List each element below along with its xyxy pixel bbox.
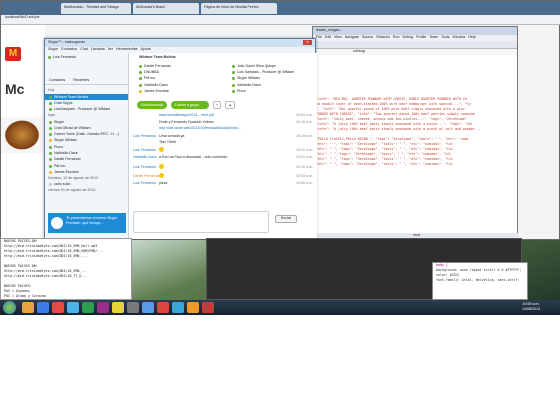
- message-row: Test 74bfd: [159, 140, 176, 144]
- tab-contacts[interactable]: Contactos: [49, 78, 65, 83]
- menu-team[interactable]: Team: [429, 35, 438, 41]
- smiley-emoticon-icon: [159, 164, 164, 169]
- close-icon[interactable]: ✕: [302, 40, 312, 45]
- css-line: font-family: Arial, Helvetica, sans-seri…: [436, 278, 520, 282]
- taskbar-app-icon[interactable]: [52, 302, 64, 313]
- add-participant-button[interactable]: +: [213, 101, 221, 109]
- clock-date: 14/08/2013: [522, 307, 540, 311]
- ide-title: leader_images -: [316, 28, 342, 32]
- devtools-panel: body { background: none repeat scroll 0 …: [432, 262, 528, 300]
- terminal-window[interactable]: NUEVOS PAISES-AM: http://mcd.trinidadtyt…: [0, 238, 132, 300]
- taskbar-app-icon[interactable]: [82, 302, 94, 313]
- taskbar-clock[interactable]: 10:59 a.m. 14/08/2013: [522, 302, 540, 312]
- send-button[interactable]: Enviar: [275, 215, 297, 223]
- promo-text: Te presentamos el nuevo Skype Premium, q…: [66, 216, 118, 225]
- skype-title: Skype™ -: [48, 40, 65, 44]
- burger-image: [1, 117, 43, 153]
- date-label: viernes 09 de agosto de 2013: [48, 187, 96, 192]
- message-row: Daniel Fernando 10:53 a.m.: [133, 173, 313, 178]
- browser-tabstrip: MsiDonaldu - Trinidad and Tobago McDonal…: [1, 1, 560, 15]
- message-row: Luis Fernando pizza 10:59 a.m.: [133, 181, 313, 185]
- menu-source[interactable]: Source: [362, 35, 373, 41]
- browser-tab[interactable]: MsiDonaldu - Trinidad and Tobago: [61, 3, 131, 14]
- skype-logo-icon: [51, 217, 63, 229]
- browser-tab[interactable]: McDonald's Brasil: [133, 3, 199, 14]
- site-heading: Mc: [5, 81, 25, 97]
- chat-panel: Wildave Team Bolivia Daniel Fernando DNU…: [129, 53, 317, 239]
- call-group-button[interactable]: Llamar a grupo: [171, 101, 209, 109]
- ide-status-text: mcd: [413, 233, 420, 237]
- mcdonalds-logo: M: [5, 47, 21, 61]
- taskbar-app-icon[interactable]: [112, 302, 124, 313]
- participants-list: Daniel Fernando DNUBBA Pdf mu Valdivião …: [129, 61, 317, 96]
- message-row: Luis Fernando 10:20 a.m.: [133, 147, 313, 152]
- skype-window: Skype™ - luisfungando ✕ Skype Contactos …: [44, 38, 317, 239]
- smiley-emoticon-icon: [159, 147, 164, 152]
- address-bar[interactable]: localhost/McD.edu.pe: [1, 15, 560, 25]
- taskbar-app-icon[interactable]: [67, 302, 79, 313]
- message-row: Valdivião Dace a Ron us Paul a devocalai.…: [133, 155, 313, 159]
- participant-item[interactable]: Pizzu: [228, 88, 311, 94]
- taskbar-app-icon[interactable]: [37, 302, 49, 313]
- address-text: localhost/McD.edu.pe: [5, 15, 40, 19]
- taskbar-app-icon[interactable]: [157, 302, 169, 313]
- profile-name: Luis Fernando: [53, 55, 76, 59]
- tab-recent[interactable]: Recientes: [73, 78, 89, 83]
- skype-title-user: luisfungando: [64, 40, 86, 44]
- message-row: Luis Fernando 10:30 a.m.: [133, 164, 313, 169]
- taskbar-app-icon[interactable]: [127, 302, 139, 313]
- menu-file[interactable]: File: [316, 35, 322, 41]
- terminal-line: PUC = Aruba y Curazao: [4, 294, 46, 298]
- chart-button[interactable]: ▴: [225, 101, 235, 109]
- menu-view[interactable]: View: [334, 35, 342, 41]
- message-row: http://site.wilde.web/2013/10/ferdoaaBor…: [159, 126, 242, 130]
- contact-tabs: Contactos Recientes: [45, 76, 128, 85]
- menu-debug[interactable]: Debug: [403, 35, 414, 41]
- promo-banner[interactable]: Te presentamos el nuevo Skype Premium, q…: [48, 213, 126, 233]
- participant-item[interactable]: James Escobar: [135, 88, 218, 94]
- contacts-panel: Luis Fernando Contactos Recientes Hoy Wi…: [45, 53, 129, 239]
- message-row: www.luiswilde/app/2013-...html.pdf 10:04 …: [159, 113, 313, 117]
- desktop-screen: MsiDonaldu - Trinidad and Tobago McDonal…: [0, 0, 560, 315]
- contact-item[interactable]: Career Tame (Galá...Hokako.PEC - H ...): [45, 131, 128, 137]
- start-button[interactable]: [3, 301, 16, 314]
- profile-row[interactable]: Luis Fernando: [45, 53, 128, 62]
- taskbar-app-icon[interactable]: [142, 302, 154, 313]
- messages-area: www.luiswilde/app/2013-...html.pdf 10:04 …: [133, 113, 313, 207]
- skype-title-bar: Skype™ - luisfungando ✕: [45, 39, 315, 47]
- menu-refactor[interactable]: Refactor: [376, 35, 390, 41]
- ide-title-bar: leader_images -: [313, 27, 517, 35]
- code-line: "etc": " ", "tags": "ZeroScope", "tools"…: [316, 162, 453, 166]
- message-input[interactable]: [133, 211, 269, 233]
- ide-toolbar: [313, 41, 517, 49]
- chat-title: Wildave Team Bolivia: [139, 55, 176, 59]
- status-online-icon: [48, 56, 51, 59]
- browser-tab[interactable]: Página de inicio de Mozilla Firefox: [201, 3, 277, 14]
- menu-run[interactable]: Run: [393, 35, 400, 41]
- code-area[interactable]: "info": "BIG MAC, QUARTER POUNDER WITH C…: [313, 55, 517, 167]
- menu-edit[interactable]: Edit: [325, 35, 331, 41]
- taskbar-app-icon[interactable]: [202, 302, 214, 313]
- taskbar-app-icon[interactable]: [22, 302, 34, 313]
- menu-profile[interactable]: Profile: [416, 35, 426, 41]
- page-content: M Mc: [1, 25, 45, 239]
- file-tab[interactable]: xdebug: [353, 49, 365, 53]
- taskbar-app-icon[interactable]: [172, 302, 184, 313]
- ide-window: leader_images - File Edit View Navigate …: [312, 26, 519, 240]
- taskbar-app-icon[interactable]: [187, 302, 199, 313]
- smiley-emoticon-icon: [159, 173, 164, 178]
- menu-help[interactable]: Help: [468, 35, 475, 41]
- taskbar-app-icon[interactable]: [97, 302, 109, 313]
- menu-window[interactable]: Window: [452, 35, 465, 41]
- menu-navigate[interactable]: Navigate: [345, 35, 359, 41]
- menu-tools[interactable]: Tools: [441, 35, 449, 41]
- video-call-button[interactable]: Videollamada: [137, 101, 167, 109]
